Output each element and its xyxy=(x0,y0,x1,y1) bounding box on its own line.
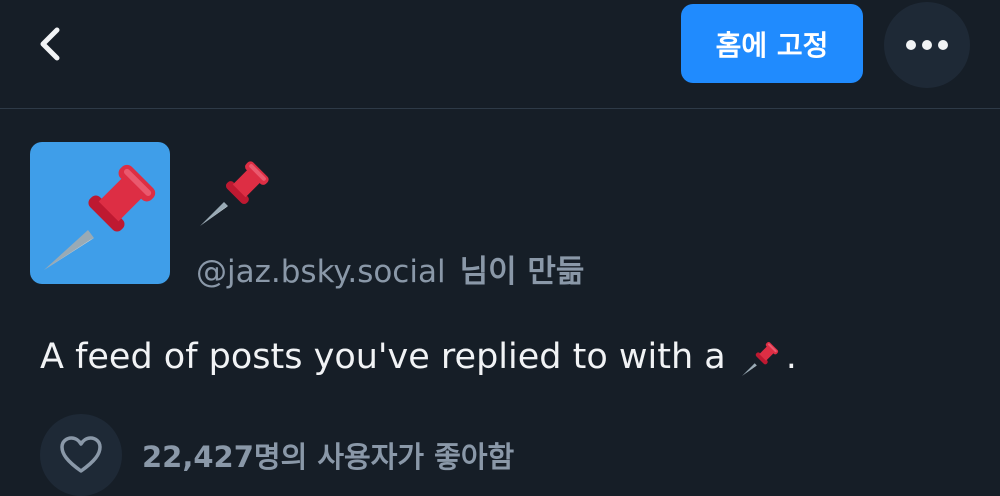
top-bar: 홈에 고정 xyxy=(0,0,1000,109)
feed-title xyxy=(196,150,276,230)
description-text: A feed of posts you've replied to with a xyxy=(40,337,726,377)
creator-suffix: 님이 만듦 xyxy=(459,254,585,290)
pushpin-icon xyxy=(44,164,156,270)
feed-creator: @jaz.bsky.social 님이 만듦 xyxy=(196,246,584,290)
feed-description: A feed of posts you've replied to with a… xyxy=(40,336,797,378)
pushpin-emoji xyxy=(200,161,269,226)
creator-handle[interactable]: @jaz.bsky.social xyxy=(196,254,446,290)
chevron-left-icon xyxy=(40,27,60,61)
like-button[interactable] xyxy=(40,414,122,496)
pushpin-emoji xyxy=(741,341,778,376)
ellipsis-dot xyxy=(938,40,948,50)
ellipsis-icon xyxy=(906,40,916,50)
likes-count: 22,427명의 사용자가 좋아함 xyxy=(142,440,515,474)
heart-outline-icon xyxy=(60,436,102,473)
back-button[interactable] xyxy=(22,16,78,72)
pin-to-home-button[interactable]: 홈에 고정 xyxy=(681,4,863,83)
like-row: 22,427명의 사용자가 좋아함 xyxy=(40,414,514,496)
description-period: . xyxy=(785,337,797,377)
pin-to-home-label: 홈에 고정 xyxy=(715,28,829,62)
ellipsis-dot xyxy=(922,40,932,50)
feed-avatar xyxy=(30,142,170,284)
more-options-button[interactable] xyxy=(884,2,970,88)
